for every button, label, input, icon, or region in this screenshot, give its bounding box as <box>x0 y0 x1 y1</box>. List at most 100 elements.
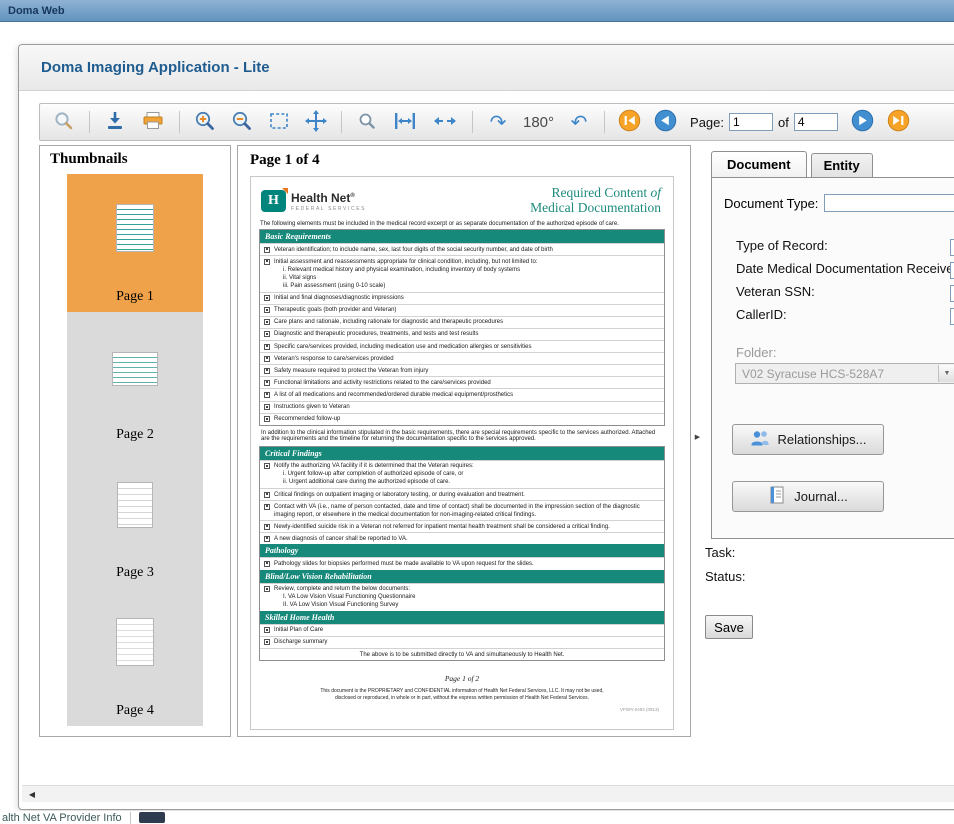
doc-checklist-row: Veteran's response to care/services prov… <box>260 352 664 364</box>
doc-checklist-row: Initial assessment and reassessments app… <box>260 255 664 291</box>
thumbnail-preview <box>116 204 154 252</box>
zoom-out-button[interactable] <box>230 110 254 134</box>
doc-checklist-row: Discharge summary <box>260 636 664 648</box>
zoom-out-icon <box>230 109 254 136</box>
doc-checklist-row: A new diagnosis of cancer shall be repor… <box>260 532 664 544</box>
doc-section-header: Skilled Home Health <box>260 611 664 624</box>
health-net-logo: H Health Net® FEDERAL SERVICES <box>261 185 366 212</box>
checkbox-icon <box>264 368 270 374</box>
next-page-icon <box>851 109 874 135</box>
rotate-cw-button[interactable]: ↷ <box>486 110 510 134</box>
first-page-button[interactable] <box>618 110 641 134</box>
doc-row-text: A new diagnosis of cancer shall be repor… <box>274 535 661 543</box>
checkbox-icon <box>264 404 270 410</box>
doc-row-text: Contact with VA (i.e., name of person co… <box>274 503 661 519</box>
doc-checklist-row: Recommended follow-up <box>260 413 664 425</box>
tab-document[interactable]: Document <box>711 151 807 177</box>
doc-row-text: Therapeutic goals (both provider and Vet… <box>274 306 661 314</box>
partial-link-text[interactable]: alth Net VA Provider Info <box>0 812 122 824</box>
doc-checklist-row: A list of all medications and recommende… <box>260 388 664 400</box>
page-indicator: Page 1 of 4 <box>238 146 690 173</box>
journal-button[interactable]: Journal... <box>732 481 884 512</box>
bottom-partial-strip: alth Net VA Provider Info <box>0 811 954 824</box>
relationships-button[interactable]: Relationships... <box>732 424 884 455</box>
panel-tabbar: Document Entity <box>711 151 873 177</box>
doc-row-text: Recommended follow-up <box>274 415 661 423</box>
imaging-app-window: Doma Imaging Application - Lite ↷ 180° ↶… <box>18 44 954 810</box>
zoom-in-button[interactable] <box>193 110 217 134</box>
thumbnail-preview <box>117 482 153 528</box>
fit-page-icon <box>432 110 458 135</box>
doc-checklist-row: Newly-identified suicide risk in a Veter… <box>260 520 664 532</box>
save-button[interactable]: Save <box>705 615 753 639</box>
page-input[interactable] <box>729 113 773 131</box>
doc-row-text: Critical findings on outpatient imaging … <box>274 491 661 499</box>
scroll-left-arrow-icon[interactable]: ◀ <box>22 786 42 802</box>
doc-table-basic: Basic RequirementsVeteran identification… <box>259 229 665 426</box>
rotate-ccw-button[interactable]: ↶ <box>567 110 591 134</box>
rotate-180-label[interactable]: 180° <box>523 114 554 131</box>
panel-field-row: Veteran SSN: <box>736 284 954 307</box>
doc-row-text: Initial Plan of Care <box>274 626 661 634</box>
checkbox-icon <box>264 247 270 253</box>
next-page-button[interactable] <box>851 110 874 134</box>
horizontal-scrollbar[interactable]: ◀ <box>22 785 954 802</box>
doc-checklist-row: Instructions given to Veteran <box>260 401 664 413</box>
checkbox-icon <box>264 307 270 313</box>
doc-row-text: Veteran identification; to include name,… <box>274 246 661 254</box>
thumbnail-preview <box>112 352 158 386</box>
dynamic-zoom-icon <box>357 111 377 134</box>
checkbox-icon <box>264 295 270 301</box>
doc-checklist-row: Contact with VA (i.e., name of person co… <box>260 500 664 520</box>
pan-button[interactable] <box>304 110 328 134</box>
relationships-button-label: Relationships... <box>778 432 867 447</box>
print-button[interactable] <box>140 110 166 134</box>
folder-dropdown[interactable]: V02 Syracuse HCS-528A7 ▼ <box>735 363 954 384</box>
checkbox-icon <box>264 319 270 325</box>
search-button[interactable] <box>52 110 76 134</box>
doc-row-text: Instructions given to Veteran <box>274 403 661 411</box>
marquee-zoom-button[interactable] <box>267 110 291 134</box>
doc-section-header: Pathology <box>260 544 664 557</box>
last-page-button[interactable] <box>887 110 910 134</box>
first-page-icon <box>618 109 641 135</box>
thumbnail-label: Page 2 <box>67 427 203 443</box>
panel-field-input[interactable] <box>950 239 954 256</box>
page-label: Page: <box>690 115 724 130</box>
doc-row-text: Pathology slides for biopsies performed … <box>274 560 661 568</box>
pan-icon <box>304 109 328 136</box>
document-header: H Health Net® FEDERAL SERVICES Required … <box>259 183 665 221</box>
panel-field-input[interactable] <box>950 285 954 302</box>
thumbnail-page-3[interactable]: Page 3 <box>67 450 203 588</box>
prev-page-button[interactable] <box>654 110 677 134</box>
checkbox-icon <box>264 463 270 469</box>
doc-checklist-row: Diagnostic and therapeutic procedures, t… <box>260 328 664 340</box>
fit-width-button[interactable] <box>392 110 418 134</box>
tab-entity[interactable]: Entity <box>811 153 873 177</box>
document-type-label: Document Type: <box>724 196 818 211</box>
thumbnail-page-4[interactable]: Page 4 <box>67 588 203 726</box>
thumbnail-preview <box>116 618 154 666</box>
panel-field-input[interactable] <box>950 262 954 279</box>
relationships-icon <box>750 429 770 450</box>
total-pages-input[interactable] <box>794 113 838 131</box>
doc-row-text: Discharge summary <box>274 638 661 646</box>
document-tab-content: Document Type: Type of Record:Date Medic… <box>711 177 954 539</box>
download-button[interactable] <box>103 110 127 134</box>
window-title: Doma Web <box>8 5 65 17</box>
prev-page-icon <box>654 109 677 135</box>
doc-row-text: Care plans and rationale, including rati… <box>274 318 661 326</box>
document-type-input[interactable] <box>824 194 954 212</box>
thumbnail-page-1[interactable]: Page 1 <box>67 174 203 312</box>
panel-field-input[interactable] <box>950 308 954 325</box>
thumbnail-label: Page 1 <box>67 289 203 305</box>
doc-checklist-row: Care plans and rationale, including rati… <box>260 316 664 328</box>
fit-page-button[interactable] <box>431 110 459 134</box>
folder-label: Folder: <box>736 345 954 360</box>
page-of-label: of <box>778 115 789 130</box>
download-icon <box>104 110 126 135</box>
doc-table-special: Critical FindingsNotify the authorizing … <box>259 446 665 661</box>
dynamic-zoom-button[interactable] <box>355 110 379 134</box>
thumbnail-list: Page 1 Page 2 Page 3Page 4 <box>67 174 203 726</box>
thumbnail-page-2[interactable]: Page 2 <box>67 312 203 450</box>
